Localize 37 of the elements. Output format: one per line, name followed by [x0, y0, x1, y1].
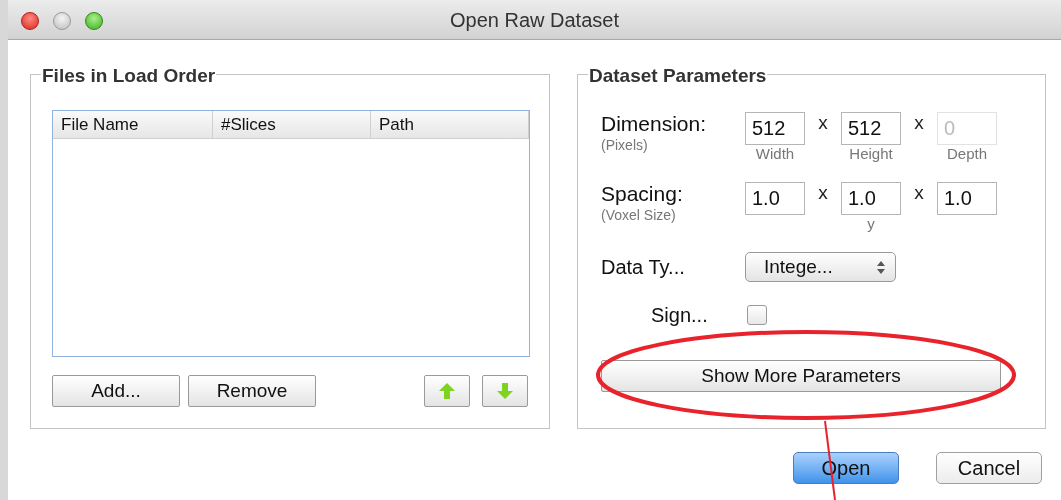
- field-caption: Height: [849, 145, 893, 162]
- signed-label: Sign...: [651, 303, 709, 328]
- field-caption: Width: [755, 145, 795, 162]
- down-arrow-icon: [496, 382, 514, 400]
- times-sign: x: [817, 182, 829, 204]
- move-down-button[interactable]: [482, 375, 528, 407]
- column-header[interactable]: File Name: [53, 111, 213, 138]
- times-sign: x: [913, 182, 925, 204]
- times-sign: x: [817, 112, 829, 134]
- window-title: Open Raw Dataset: [450, 7, 619, 33]
- close-button[interactable]: [21, 12, 39, 30]
- row-sublabel: (Pixels): [601, 136, 649, 154]
- row-label: Spacing:: [601, 182, 684, 206]
- column-header[interactable]: Path: [371, 111, 529, 138]
- data-type-dropdown[interactable]: Intege...: [745, 252, 896, 282]
- add-button[interactable]: Add...: [52, 375, 180, 407]
- row-sublabel: (Voxel Size): [601, 206, 677, 224]
- field-caption: y: [867, 215, 875, 232]
- stepper-icon: [877, 260, 885, 274]
- move-up-button[interactable]: [424, 375, 470, 407]
- show-more-button[interactable]: Show More Parameters: [601, 360, 1001, 392]
- times-sign: x: [913, 112, 925, 134]
- row-label: Dimension:: [601, 112, 708, 136]
- number-field[interactable]: 512: [745, 112, 805, 145]
- column-header[interactable]: #Slices: [213, 111, 371, 138]
- up-arrow-icon: [438, 382, 456, 400]
- field-caption: Depth: [947, 145, 987, 162]
- minimize-button[interactable]: [53, 12, 71, 30]
- number-field[interactable]: 1.0: [937, 182, 997, 215]
- signed-checkbox[interactable]: [747, 305, 767, 325]
- remove-button[interactable]: Remove: [188, 375, 316, 407]
- number-field[interactable]: 1.0: [841, 182, 901, 215]
- cancel-button[interactable]: Cancel: [936, 452, 1042, 484]
- number-field[interactable]: 1.0: [745, 182, 805, 215]
- zoom-button[interactable]: [85, 12, 103, 30]
- data-type-label: Data Ty...: [601, 255, 686, 280]
- number-field[interactable]: 512: [841, 112, 901, 145]
